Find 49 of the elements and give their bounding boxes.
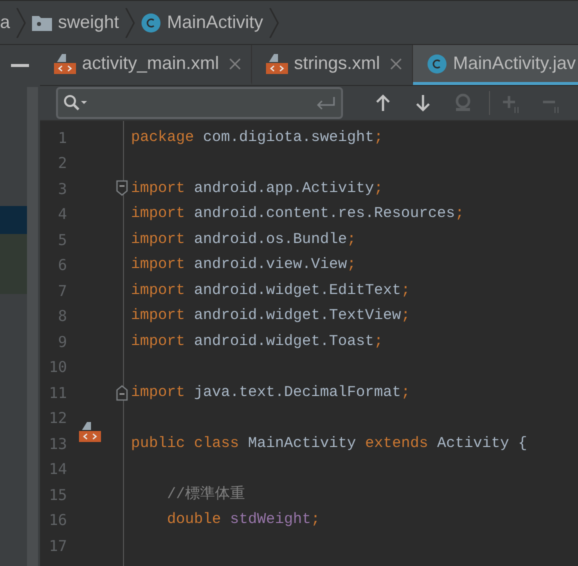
layout-file-icon [79, 421, 101, 443]
line-number: 4 [56, 204, 67, 225]
xml-file-icon [54, 52, 76, 74]
code-line: import android.content.res.Resources; [131, 204, 464, 224]
code-line: //標準体重 [167, 484, 246, 504]
line-number: 16 [48, 510, 67, 531]
breadcrumb-item[interactable]: MainActivity [167, 9, 264, 36]
line-number: 13 [48, 434, 67, 454]
code-line: import android.widget.TextView; [131, 306, 410, 326]
line-number: 17 [48, 536, 67, 556]
line-number: 14 [48, 459, 67, 480]
class-icon [141, 12, 162, 32]
code-line: package com.digiota.sweight; [131, 128, 384, 148]
breadcrumb-item[interactable]: a [0, 9, 10, 36]
code-line: import android.os.Bundle; [131, 230, 356, 250]
editor-tab[interactable]: MainActivity.jav [413, 45, 578, 85]
code-line: double stdWeight; [167, 510, 320, 530]
search-field[interactable] [56, 87, 343, 119]
fold-icon[interactable] [116, 180, 128, 196]
enter-icon [316, 96, 336, 110]
line-number: 1 [56, 128, 67, 148]
breadcrumb-item[interactable]: sweight [58, 9, 120, 36]
line-number: 6 [56, 255, 67, 276]
code-line: import android.view.View; [131, 255, 356, 275]
down-arrow-icon[interactable] [413, 93, 433, 113]
search-icon[interactable] [63, 94, 89, 112]
code-line: import java.text.DecimalFormat; [131, 382, 410, 402]
code-line: import android.widget.Toast; [131, 332, 384, 352]
line-number: 12 [48, 408, 67, 429]
line-number: 10 [48, 357, 67, 378]
xml-file-icon [266, 52, 288, 74]
line-number: 3 [56, 178, 67, 200]
code-line: import android.widget.EditText; [131, 280, 410, 300]
line-number: 9 [56, 332, 67, 352]
close-icon[interactable] [390, 58, 402, 70]
fold-icon[interactable] [116, 385, 128, 401]
line-number: 11 [48, 382, 67, 404]
code-line: public class MainActivity extends Activity { [131, 434, 528, 454]
line-number: 7 [56, 280, 67, 302]
line-number: 8 [56, 306, 67, 327]
line-number: 2 [56, 153, 67, 174]
line-number: 15 [48, 484, 67, 506]
class-icon [427, 54, 448, 74]
scrollbar[interactable] [27, 87, 38, 566]
line-number: 5 [56, 230, 67, 250]
close-icon[interactable] [229, 58, 242, 70]
folder-icon [32, 14, 52, 30]
minimize-icon[interactable] [11, 64, 29, 68]
code-line: import android.app.Activity; [131, 178, 384, 198]
